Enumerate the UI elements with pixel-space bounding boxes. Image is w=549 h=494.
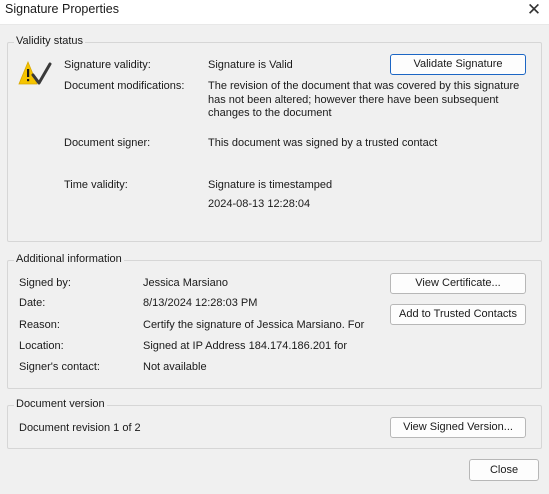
add-to-trusted-contacts-button[interactable]: Add to Trusted Contacts [390, 304, 526, 325]
warning-check-icon [18, 60, 52, 85]
close-button[interactable]: Close [469, 459, 539, 481]
signature-validity-value: Signature is Valid [208, 59, 293, 71]
document-modifications-label: Document modifications: [64, 80, 185, 92]
close-icon[interactable]: ✕ [523, 0, 545, 21]
time-validity-value: Signature is timestamped [208, 179, 333, 191]
document-version-legend: Document version [14, 398, 107, 410]
validate-signature-button[interactable]: Validate Signature [390, 54, 526, 75]
view-certificate-button[interactable]: View Certificate... [390, 273, 526, 294]
date-value: 8/13/2024 12:28:03 PM [143, 297, 258, 309]
date-label: Date: [19, 297, 46, 309]
signed-by-label: Signed by: [19, 277, 71, 289]
signature-validity-label: Signature validity: [64, 59, 151, 71]
document-modifications-value: The revision of the document that was co… [208, 80, 520, 119]
additional-information-legend: Additional information [14, 253, 124, 265]
location-label: Location: [19, 340, 64, 352]
window-title: Signature Properties [5, 2, 119, 16]
location-value: Signed at IP Address 184.174.186.201 for [143, 340, 348, 352]
document-signer-value: This document was signed by a trusted co… [208, 137, 438, 149]
signed-by-value: Jessica Marsiano [143, 277, 228, 289]
signers-contact-value: Not available [143, 361, 207, 373]
time-validity-label: Time validity: [64, 179, 128, 191]
validity-status-legend: Validity status [14, 35, 86, 47]
reason-label: Reason: [19, 319, 60, 331]
signers-contact-label: Signer's contact: [19, 361, 100, 373]
document-revision-text: Document revision 1 of 2 [19, 422, 141, 434]
view-signed-version-button[interactable]: View Signed Version... [390, 417, 526, 438]
document-signer-label: Document signer: [64, 137, 151, 149]
timestamp-value: 2024-08-13 12:28:04 [208, 198, 311, 210]
title-bar: Signature Properties ✕ [0, 0, 549, 25]
reason-value: Certify the signature of Jessica Marsian… [143, 319, 365, 331]
